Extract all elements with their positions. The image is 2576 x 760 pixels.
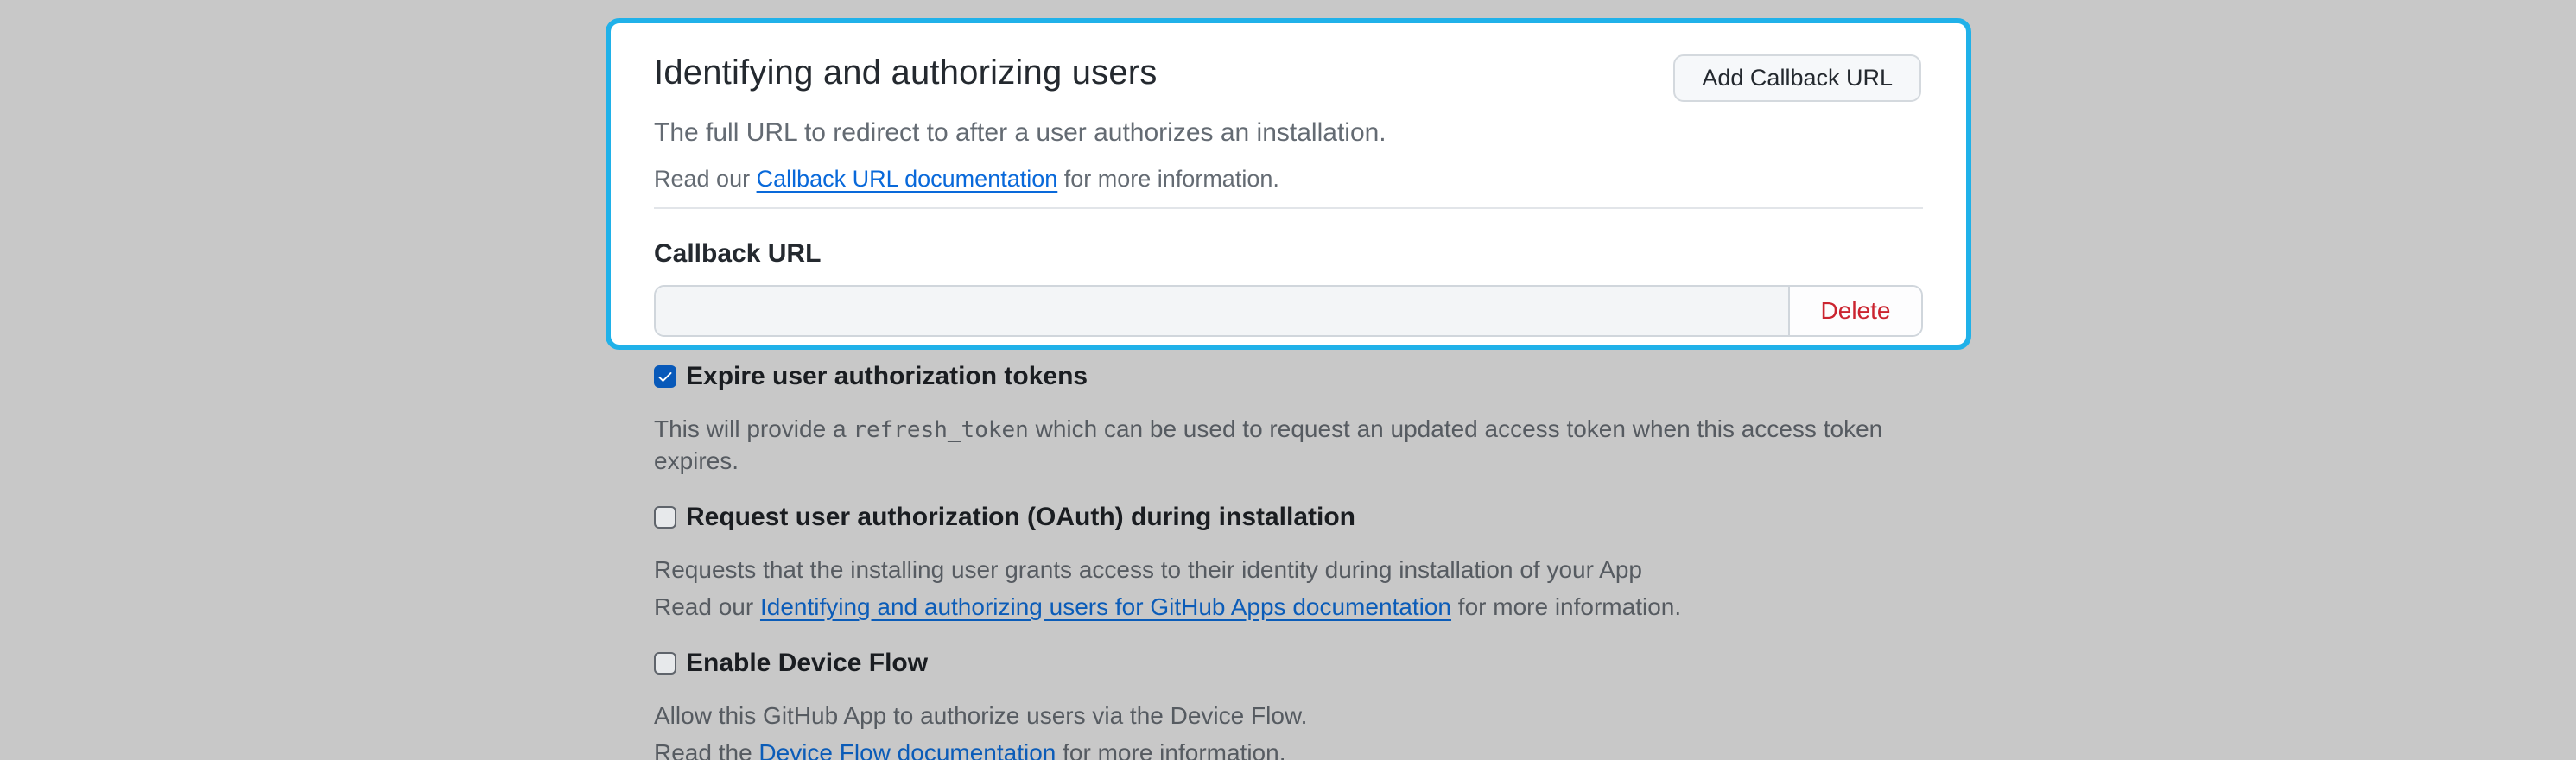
- note-suffix: for more information.: [1057, 166, 1279, 192]
- add-callback-url-button[interactable]: Add Callback URL: [1673, 54, 1921, 102]
- device-flow-checkbox[interactable]: [654, 652, 676, 674]
- option-device-flow-row: Enable Device Flow: [654, 647, 1950, 680]
- authorization-options: Expire user authorization tokens This wi…: [654, 350, 1950, 760]
- check-icon: [657, 368, 674, 385]
- option-oauth-install-row: Request user authorization (OAuth) durin…: [654, 501, 1950, 534]
- note-prefix: Read our: [654, 166, 757, 192]
- oauth-install-note: Read our Identifying and authorizing use…: [654, 592, 1950, 623]
- note-prefix: Read the: [654, 739, 758, 760]
- refresh-token-code: refresh_token: [853, 417, 1029, 443]
- oauth-doc-link[interactable]: Identifying and authorizing users for Gi…: [760, 593, 1451, 620]
- device-flow-label[interactable]: Enable Device Flow: [686, 647, 928, 680]
- expire-tokens-label[interactable]: Expire user authorization tokens: [686, 360, 1088, 393]
- divider: [654, 207, 1923, 209]
- oauth-install-checkbox[interactable]: [654, 506, 676, 529]
- page: Identifying and authorizing users Add Ca…: [0, 0, 2576, 760]
- expire-tokens-checkbox[interactable]: [654, 365, 676, 388]
- oauth-install-description: Requests that the installing user grants…: [654, 554, 1950, 586]
- callback-url-input-group: Delete: [654, 285, 1923, 337]
- device-flow-description: Allow this GitHub App to authorize users…: [654, 700, 1950, 732]
- delete-callback-url-button[interactable]: Delete: [1790, 287, 1921, 335]
- device-flow-note: Read the Device Flow documentation for m…: [654, 738, 1950, 760]
- note-prefix: Read our: [654, 593, 760, 620]
- callback-url-field-label: Callback URL: [654, 238, 1923, 269]
- note-suffix: for more information.: [1056, 739, 1285, 760]
- note-suffix: for more information.: [1451, 593, 1681, 620]
- callback-url-input[interactable]: [656, 287, 1790, 335]
- desc-text: This will provide a: [654, 415, 853, 442]
- oauth-install-label[interactable]: Request user authorization (OAuth) durin…: [686, 501, 1355, 534]
- callback-url-doc-link[interactable]: Callback URL documentation: [757, 166, 1058, 192]
- option-expire-tokens-row: Expire user authorization tokens: [654, 360, 1950, 393]
- callback-url-card: Identifying and authorizing users Add Ca…: [606, 18, 1971, 350]
- device-flow-doc-link[interactable]: Device Flow documentation: [758, 739, 1056, 760]
- expire-tokens-description: This will provide a refresh_token which …: [654, 414, 1950, 477]
- section-description: The full URL to redirect to after a user…: [654, 117, 1923, 149]
- section-note: Read our Callback URL documentation for …: [654, 164, 1923, 193]
